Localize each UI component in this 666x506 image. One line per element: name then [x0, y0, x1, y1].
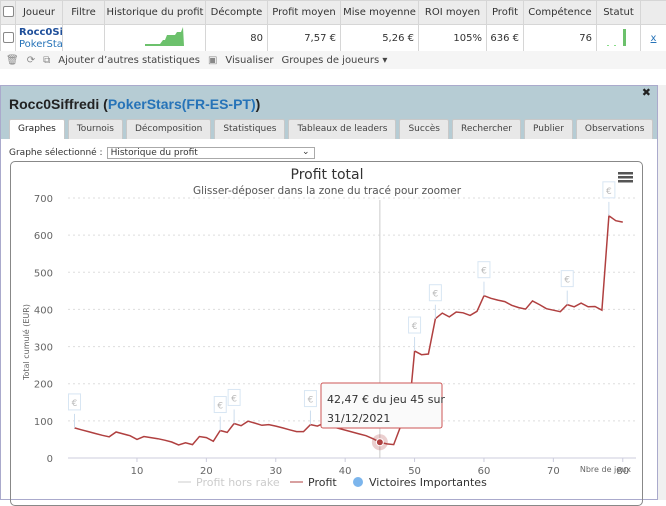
dialog-scrollbar[interactable]	[658, 85, 666, 500]
important-win-marker: €	[481, 267, 487, 277]
col-filtre[interactable]: Filtre	[63, 1, 105, 25]
tab-tableaux-de-leaders[interactable]: Tableaux de leaders	[288, 119, 396, 139]
tab-statistiques[interactable]: Statistiques	[214, 119, 285, 139]
graph-select[interactable]: Historique du profit ⌄	[107, 147, 315, 159]
chevron-down-icon: ⌄	[302, 147, 310, 157]
tab-graphes[interactable]: Graphes	[9, 119, 65, 139]
dialog-header: Rocc0Siffredi (PokerStars(FR-ES-PT)) ✖ G…	[1, 86, 657, 139]
profit-chart[interactable]: Profit total Glisser-déposer dans la zone…	[10, 161, 643, 506]
skill-cell: 76	[524, 25, 597, 53]
tab-publier[interactable]: Publier	[524, 119, 573, 139]
col-statut[interactable]: Statut	[597, 1, 641, 25]
view-button[interactable]: Visualiser	[225, 55, 273, 66]
legend-item-profit[interactable]: Profit	[308, 476, 337, 489]
graph-selector-row: Graphe sélectionné : Historique du profi…	[9, 147, 315, 159]
player-dialog: Rocc0Siffredi (PokerStars(FR-ES-PT)) ✖ G…	[0, 85, 658, 500]
important-win-marker: €	[564, 276, 570, 286]
remove-player-link[interactable]: x	[651, 33, 657, 44]
col-mise-moyenne[interactable]: Mise moyenne	[341, 1, 419, 25]
important-win-marker: €	[308, 396, 314, 406]
roi-cell: 105%	[419, 25, 487, 53]
refresh-icon[interactable]: ⟳	[27, 55, 35, 66]
legend-item-hors-rake[interactable]: Profit hors rake	[196, 476, 280, 489]
y-tick-label: 0	[47, 454, 53, 465]
legend-item-victoires[interactable]: Victoires Importantes	[369, 476, 487, 489]
y-tick-label: 200	[34, 380, 53, 391]
important-win-marker: €	[412, 322, 418, 332]
player-groups-dropdown[interactable]: Groupes de joueurs ▾	[282, 55, 388, 66]
tooltip-line1: 42,47 € du jeu 45 sur	[327, 393, 445, 406]
x-tick-label: 40	[339, 466, 352, 477]
tooltip-line2: 31/12/2021	[327, 412, 390, 425]
important-win-marker: €	[433, 290, 439, 300]
add-stats-button[interactable]: Ajouter d’autres statistiques	[58, 55, 200, 66]
filter-cell	[63, 25, 105, 53]
important-win-marker: €	[72, 399, 78, 409]
paren: )	[256, 96, 261, 112]
menu-icon[interactable]	[618, 172, 633, 183]
table-row: Rocc0Siffredi PokerStars 80 7,57 € 5,26 …	[1, 25, 666, 53]
y-tick-label: 300	[34, 343, 53, 354]
important-win-marker: €	[231, 394, 237, 404]
close-icon[interactable]: ✖	[642, 86, 651, 99]
chart-title: Profit total	[291, 167, 364, 183]
count-cell: 80	[206, 25, 268, 53]
col-empty	[641, 1, 666, 25]
trash-icon[interactable]: 🗑	[6, 55, 19, 66]
graph-select-value: Historique du profit	[111, 148, 198, 158]
select-all-checkbox[interactable]	[1, 1, 16, 25]
tab-rechercher[interactable]: Rechercher	[452, 119, 521, 139]
important-win-marker: €	[606, 187, 612, 197]
y-tick-label: 400	[34, 305, 53, 316]
dialog-title: Rocc0Siffredi (PokerStars(FR-ES-PT))	[9, 96, 260, 112]
col-profit-moyen[interactable]: Profit moyen	[268, 1, 341, 25]
add-stats-icon: ⧉	[43, 55, 50, 66]
row-checkbox[interactable]	[1, 25, 16, 53]
player-name-link[interactable]: Rocc0Siffredi	[19, 27, 58, 39]
table-header-row: Joueur Filtre Historique du profit Décom…	[1, 1, 666, 25]
status-sparkbars	[597, 25, 641, 53]
image-icon: ▣	[208, 55, 217, 66]
dialog-tabs: GraphesTournoisDécompositionStatistiques…	[9, 119, 653, 139]
paren: (	[99, 96, 108, 112]
x-tick-label: 10	[131, 466, 144, 477]
y-tick-label: 100	[34, 417, 53, 428]
y-tick-label: 500	[34, 268, 53, 279]
tab-observations[interactable]: Observations	[576, 119, 654, 139]
player-name: Rocc0Siffredi	[9, 96, 99, 112]
important-win-marker: €	[217, 402, 223, 412]
avg-profit-cell: 7,57 €	[268, 25, 341, 53]
profit-cell: 636 €	[487, 25, 524, 53]
chart-subtitle: Glisser-déposer dans la zone du tracé po…	[193, 185, 462, 197]
x-tick-label: 70	[547, 466, 560, 477]
table-toolbar: 🗑 ⟳ ⧉ Ajouter d’autres statistiques ▣ Vi…	[0, 51, 666, 69]
players-table: Joueur Filtre Historique du profit Décom…	[0, 0, 666, 53]
col-profit[interactable]: Profit	[487, 1, 524, 25]
player-network-link[interactable]: PokerStars	[19, 39, 58, 51]
x-axis-label: Nbre de jeux	[580, 465, 631, 474]
hover-point	[376, 439, 383, 446]
avg-stake-cell: 5,26 €	[341, 25, 419, 53]
y-tick-label: 600	[34, 231, 53, 242]
network-name[interactable]: PokerStars(FR-ES-PT)	[108, 96, 256, 112]
col-competence[interactable]: Compétence	[524, 1, 597, 25]
tab-tournois[interactable]: Tournois	[68, 119, 123, 139]
col-decompte[interactable]: Décompte	[206, 1, 268, 25]
col-joueur[interactable]: Joueur	[16, 1, 63, 25]
y-axis-label: Total cumulé (EUR)	[21, 304, 31, 381]
graph-selector-label: Graphe sélectionné :	[9, 148, 103, 158]
legend-symbol-victoires	[353, 477, 363, 487]
profit-sparkline	[105, 25, 206, 53]
col-roi-moyen[interactable]: ROI moyen	[419, 1, 487, 25]
col-historique[interactable]: Historique du profit	[105, 1, 206, 25]
y-tick-label: 700	[34, 194, 53, 205]
tab-succès[interactable]: Succès	[399, 119, 449, 139]
tab-décomposition[interactable]: Décomposition	[126, 119, 211, 139]
